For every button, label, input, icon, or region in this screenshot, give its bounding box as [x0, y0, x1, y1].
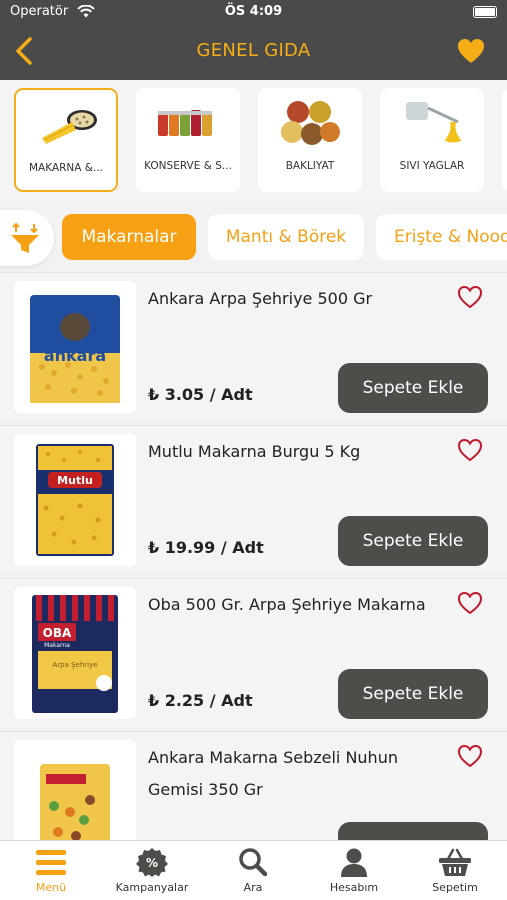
product-image: OBA Makarna Arpa Şehriye: [14, 587, 136, 719]
category-bakliyat[interactable]: BAKLİYAT: [258, 88, 362, 192]
brand-text: Mutlu: [57, 474, 93, 487]
pasta-category-image: [42, 110, 97, 144]
product-name: Ankara Makarna Sebzeli Nuhun Gemisi 350 …: [148, 748, 398, 799]
product-list: ankara Ankara Arpa Şehriye 500 Gr ₺ 3.05…: [0, 272, 507, 840]
header: Operatör ÖS 4:09 GENEL GIDA: [0, 0, 507, 80]
product-row[interactable]: Ankara Makarna Sebzeli Nuhun Gemisi 350 …: [0, 731, 507, 840]
bottom-tab-bar: Menü % Kampanyalar Ara Hesabım Sepetim: [0, 840, 507, 900]
user-icon: [341, 848, 367, 877]
favorite-heart-icon[interactable]: [457, 438, 483, 462]
tabbar-kampanyalar[interactable]: % Kampanyalar: [102, 847, 202, 900]
brand-line-text: Arpa Şehriye: [52, 661, 97, 669]
category-label: SIVI YAĞLAR: [399, 160, 465, 172]
tabbar-hesabim[interactable]: Hesabım: [304, 847, 404, 900]
tab-makarnalar[interactable]: Makarnalar: [62, 214, 196, 260]
tab-label: Hesabım: [329, 881, 379, 894]
percent-badge-icon: %: [136, 848, 168, 877]
tabbar-menu[interactable]: Menü: [1, 847, 101, 900]
category-sivi-yaglar[interactable]: SIVI YAĞLAR: [380, 88, 484, 192]
product-name: Mutlu Makarna Burgu 5 Kg: [148, 442, 361, 461]
product-price: ₺ 19.99 / Adt: [148, 538, 264, 557]
add-to-cart-button[interactable]: [338, 822, 488, 840]
category-konserve[interactable]: KONSERVE & S...: [136, 88, 240, 192]
product-image: Mutlu: [14, 434, 136, 566]
category-label: MAKARNA &...: [29, 162, 103, 174]
tab-label: Menü: [35, 881, 67, 894]
svg-text:%: %: [146, 856, 158, 870]
product-price: ₺ 2.25 / Adt: [148, 691, 253, 710]
oil-category-image: [406, 102, 461, 143]
brand-text: ankara: [44, 346, 106, 365]
add-to-cart-button[interactable]: Sepete Ekle: [338, 669, 488, 719]
tabbar-ara[interactable]: Ara: [203, 847, 303, 900]
tab-manti-borek[interactable]: Mantı & Börek: [208, 214, 364, 260]
page-title: GENEL GIDA: [196, 40, 311, 61]
tab-label: Sepetim: [432, 881, 478, 894]
clock: ÖS 4:09: [224, 4, 283, 19]
status-bar: Operatör ÖS 4:09: [10, 4, 497, 24]
legumes-category-image: [281, 101, 340, 145]
product-row[interactable]: OBA Makarna Arpa Şehriye Oba 500 Gr. Arp…: [0, 578, 507, 726]
product-name: Oba 500 Gr. Arpa Şehriye Makarna: [148, 595, 426, 614]
product-image: [14, 740, 136, 840]
category-label: BAKLİYAT: [285, 160, 335, 172]
tab-eriste-noodle[interactable]: Erişte & Noodle: [376, 214, 507, 260]
add-to-cart-button[interactable]: Sepete Ekle: [338, 516, 488, 566]
filter-button[interactable]: [0, 210, 54, 266]
product-price: ₺ 3.05 / Adt: [148, 385, 253, 404]
favorite-heart-icon[interactable]: [457, 285, 483, 309]
sort-filter-icon: [11, 222, 39, 253]
tab-label: Kampanyalar: [115, 881, 189, 894]
battery-icon: [473, 6, 497, 18]
favorite-heart-icon[interactable]: [457, 591, 483, 615]
canned-food-category-image: [158, 110, 212, 136]
product-image: ankara: [14, 281, 136, 413]
product-row[interactable]: Mutlu Mutlu Makarna Burgu 5 Kg ₺ 19.99 /…: [0, 425, 507, 573]
category-next[interactable]: [502, 88, 507, 192]
basket-icon: [439, 848, 471, 876]
category-label: KONSERVE & S...: [144, 160, 232, 172]
menu-icon: [36, 850, 66, 875]
favorite-heart-icon[interactable]: [457, 744, 483, 768]
screen: Operatör ÖS 4:09 GENEL GIDA MAKARNA &...…: [0, 0, 507, 900]
favorites-heart-icon[interactable]: [457, 38, 485, 64]
tabbar-sepetim[interactable]: Sepetim: [405, 847, 505, 900]
product-row[interactable]: ankara Ankara Arpa Şehriye 500 Gr ₺ 3.05…: [0, 272, 507, 420]
category-strip: MAKARNA &... KONSERVE & S... BAKLİYAT SI…: [0, 80, 507, 202]
brand-sub-text: Makarna: [44, 642, 70, 649]
nav-bar: GENEL GIDA: [0, 30, 507, 74]
search-icon: [239, 848, 268, 877]
category-makarna[interactable]: MAKARNA &...: [14, 88, 118, 192]
add-to-cart-button[interactable]: Sepete Ekle: [338, 363, 488, 413]
product-name: Ankara Arpa Şehriye 500 Gr: [148, 289, 373, 308]
tab-label: Ara: [243, 881, 263, 894]
brand-text: OBA: [43, 626, 72, 640]
